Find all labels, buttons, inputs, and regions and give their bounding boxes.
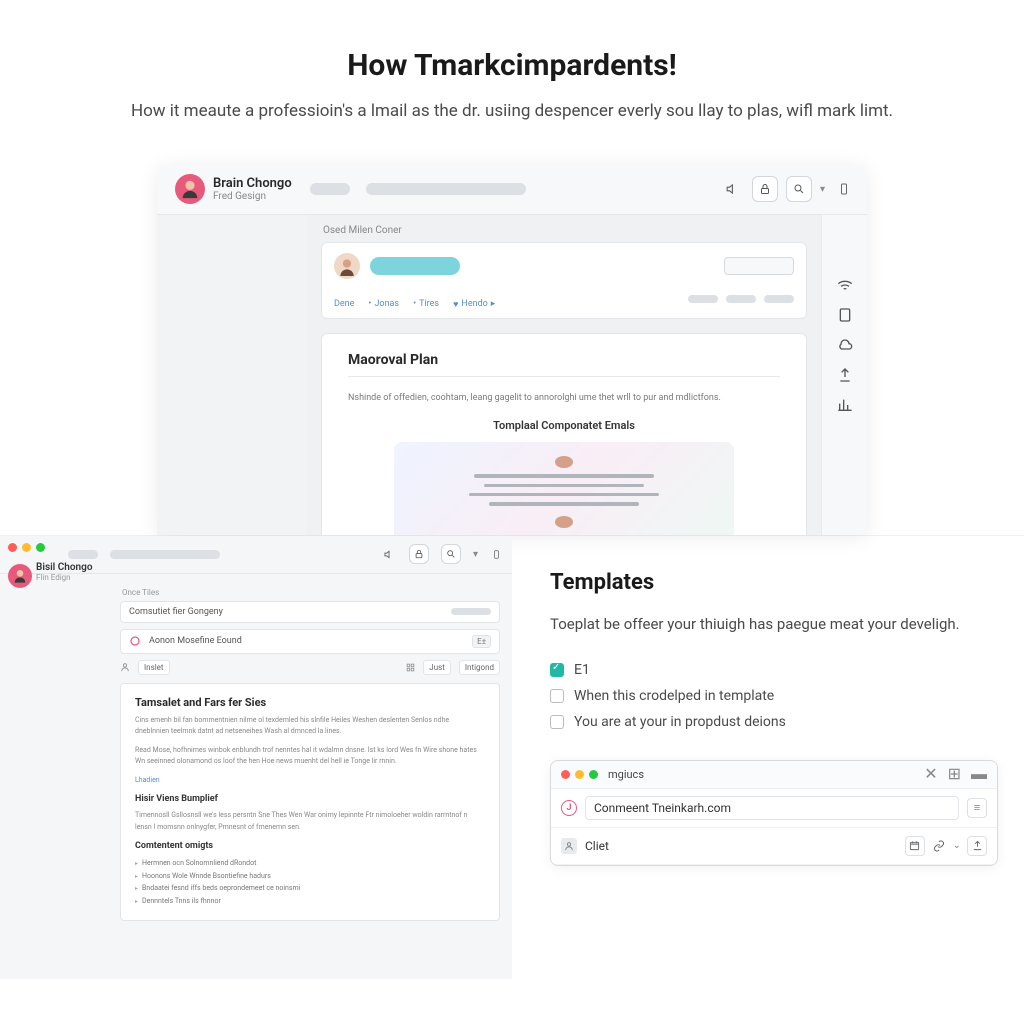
person-icon [561,838,577,854]
tab-link[interactable]: ♥ Hendo ▸ [453,299,495,310]
doc-title: Tamsalet and Fars fer Sies [135,696,485,709]
dropdown-chevron-icon[interactable]: ▾ [473,549,478,560]
dropdown-chevron-icon[interactable]: ▾ [820,184,825,195]
app-header: Brain Chongo Fred Gesign [157,165,867,215]
document-card: Tamsalet and Fars fer Sies Cins emenh bi… [120,683,500,922]
checkbox-icon[interactable] [550,715,564,729]
tag[interactable]: Just [423,660,451,675]
volume-icon[interactable] [383,543,397,565]
page-subtitle: How it meaute a professioin's a lmail as… [122,99,902,125]
doc-paragraph: Timennosll Gsllosnsll we's less persntn … [135,810,485,832]
checklist-item[interactable]: E1 [550,662,998,678]
tab-link[interactable]: • Tires [413,299,439,310]
user-avatar[interactable] [175,174,205,204]
upload-button[interactable] [967,836,987,856]
compose-window: mgiucs ✕ ⊞ ▬ J Conmeent Tneinkarh.com ≡ [550,760,998,866]
list-item: Bndaatei fesnd iffs beds oeprondemeet ce… [135,882,485,895]
window-title: mgiucs [608,768,644,781]
doc-list: Hermnen ocn Solnomnliend dRondot Hoonons… [135,857,485,908]
device-icon[interactable] [833,178,855,200]
app-screenshot-main: Brain Chongo Fred Gesign [157,165,867,535]
window-traffic-lights [561,770,598,779]
doc-body: Nshinde of offedien, coohtam, leang gage… [348,391,780,405]
attach-button[interactable]: ≡ [967,798,987,818]
search-button[interactable] [441,544,461,564]
lock-button[interactable] [752,176,778,202]
to-icon: J [561,800,577,816]
user-name: Bisil Chongo [36,562,92,573]
user-avatar[interactable] [8,564,32,588]
tag[interactable]: Inslet [138,660,170,675]
doc-subheading: Hisir Viens Bumplief [135,794,485,804]
doc-paragraph: Cins emenh bil fan bommentnien nilme ol … [135,715,485,737]
checklist-item[interactable]: When this crodelped in template [550,688,998,704]
calendar-button[interactable] [905,836,925,856]
doc-link[interactable]: Lhadien [135,775,485,786]
cloud-icon[interactable] [837,337,853,353]
link-icon[interactable] [931,838,947,854]
search-button[interactable] [786,176,812,202]
tag[interactable]: Intigond [459,660,500,675]
window-traffic-lights [8,543,45,552]
chart-icon[interactable] [837,397,853,413]
person-icon [120,662,130,672]
contact-avatar[interactable] [334,253,360,279]
list-item: Hermnen ocn Solnomnliend dRondot [135,857,485,870]
battery-icon: ▬ [971,764,987,784]
document-card: Maoroval Plan Nshinde of offedien, cooht… [321,333,807,535]
action-button[interactable] [724,257,794,275]
templates-description: Toeplat be offeer your thiuigh has paegu… [550,613,998,636]
email-preview-card[interactable] [394,442,734,535]
checkbox-checked-icon[interactable] [550,663,564,677]
list-item: Dennntels Tnns ils fhnnor [135,895,485,908]
contact-tag[interactable] [370,257,460,275]
record-icon [129,635,141,647]
preview-avatar [555,516,573,528]
breadcrumb: Osed Milen Coner [321,225,807,236]
page-title: How Tmarkcimpardents! [80,48,944,83]
compose-titlebar: mgiucs ✕ ⊞ ▬ [551,761,997,789]
expand-icon[interactable]: ⊞ [948,764,961,784]
to-field[interactable]: Conmeent Tneinkarh.com [585,796,959,820]
chevron-down-icon[interactable]: ⌄ [953,840,961,851]
wifi-icon[interactable] [837,277,853,293]
user-subtitle: Flin Edign [36,573,92,582]
app-screenshot-secondary: Bisil Chongo Flin Edign [0,536,512,979]
close-icon[interactable]: ✕ [924,764,937,784]
record-badge: E± [472,635,491,648]
tag-row: Inslet Just Intigond [120,660,500,675]
doc-title: Maoroval Plan [348,352,780,368]
compose-subject-row: Cliet ⌄ [551,828,997,865]
template-checklist: E1 When this crodelped in template You a… [550,662,998,730]
share-icon[interactable] [837,367,853,383]
user-name: Brain Chongo [213,176,292,191]
user-subtitle: Fred Gesign [213,191,292,202]
breadcrumb: Once Tiles [122,588,500,597]
device-icon[interactable] [490,543,502,565]
doc-subheading: Comtentent omigts [135,841,485,851]
volume-icon[interactable] [722,178,744,200]
templates-heading: Templates [550,570,998,595]
subject-field[interactable]: Cliet [585,835,897,857]
grid-icon[interactable] [406,663,415,672]
record-row[interactable]: Aonon Mosefine Eound E± [120,629,500,654]
contact-card: Dene • Jonas • Tires ♥ Hendo ▸ [321,242,807,319]
doc-paragraph: Read Mose, hofhnimes winbok enblundh tro… [135,745,485,767]
lock-button[interactable] [409,544,429,564]
company-field[interactable]: Comsutiet fier Gongeny [120,601,500,623]
tab-link[interactable]: • Jonas [368,299,399,310]
compose-to-row: J Conmeent Tneinkarh.com ≡ [551,789,997,828]
right-toolbar [821,215,867,535]
list-item: Hoonons Wole Wnnde Bsontiefine hadurs [135,870,485,883]
tab-links: Dene • Jonas • Tires ♥ Hendo ▸ [334,299,495,310]
checklist-item[interactable]: You are at your in propdust deions [550,714,998,730]
tab-link[interactable]: Dene [334,299,354,310]
preview-avatar [555,456,573,468]
checkbox-icon[interactable] [550,689,564,703]
doc-section-title: Tomplaal Componatet Emals [348,419,780,432]
page-icon[interactable] [837,307,853,323]
